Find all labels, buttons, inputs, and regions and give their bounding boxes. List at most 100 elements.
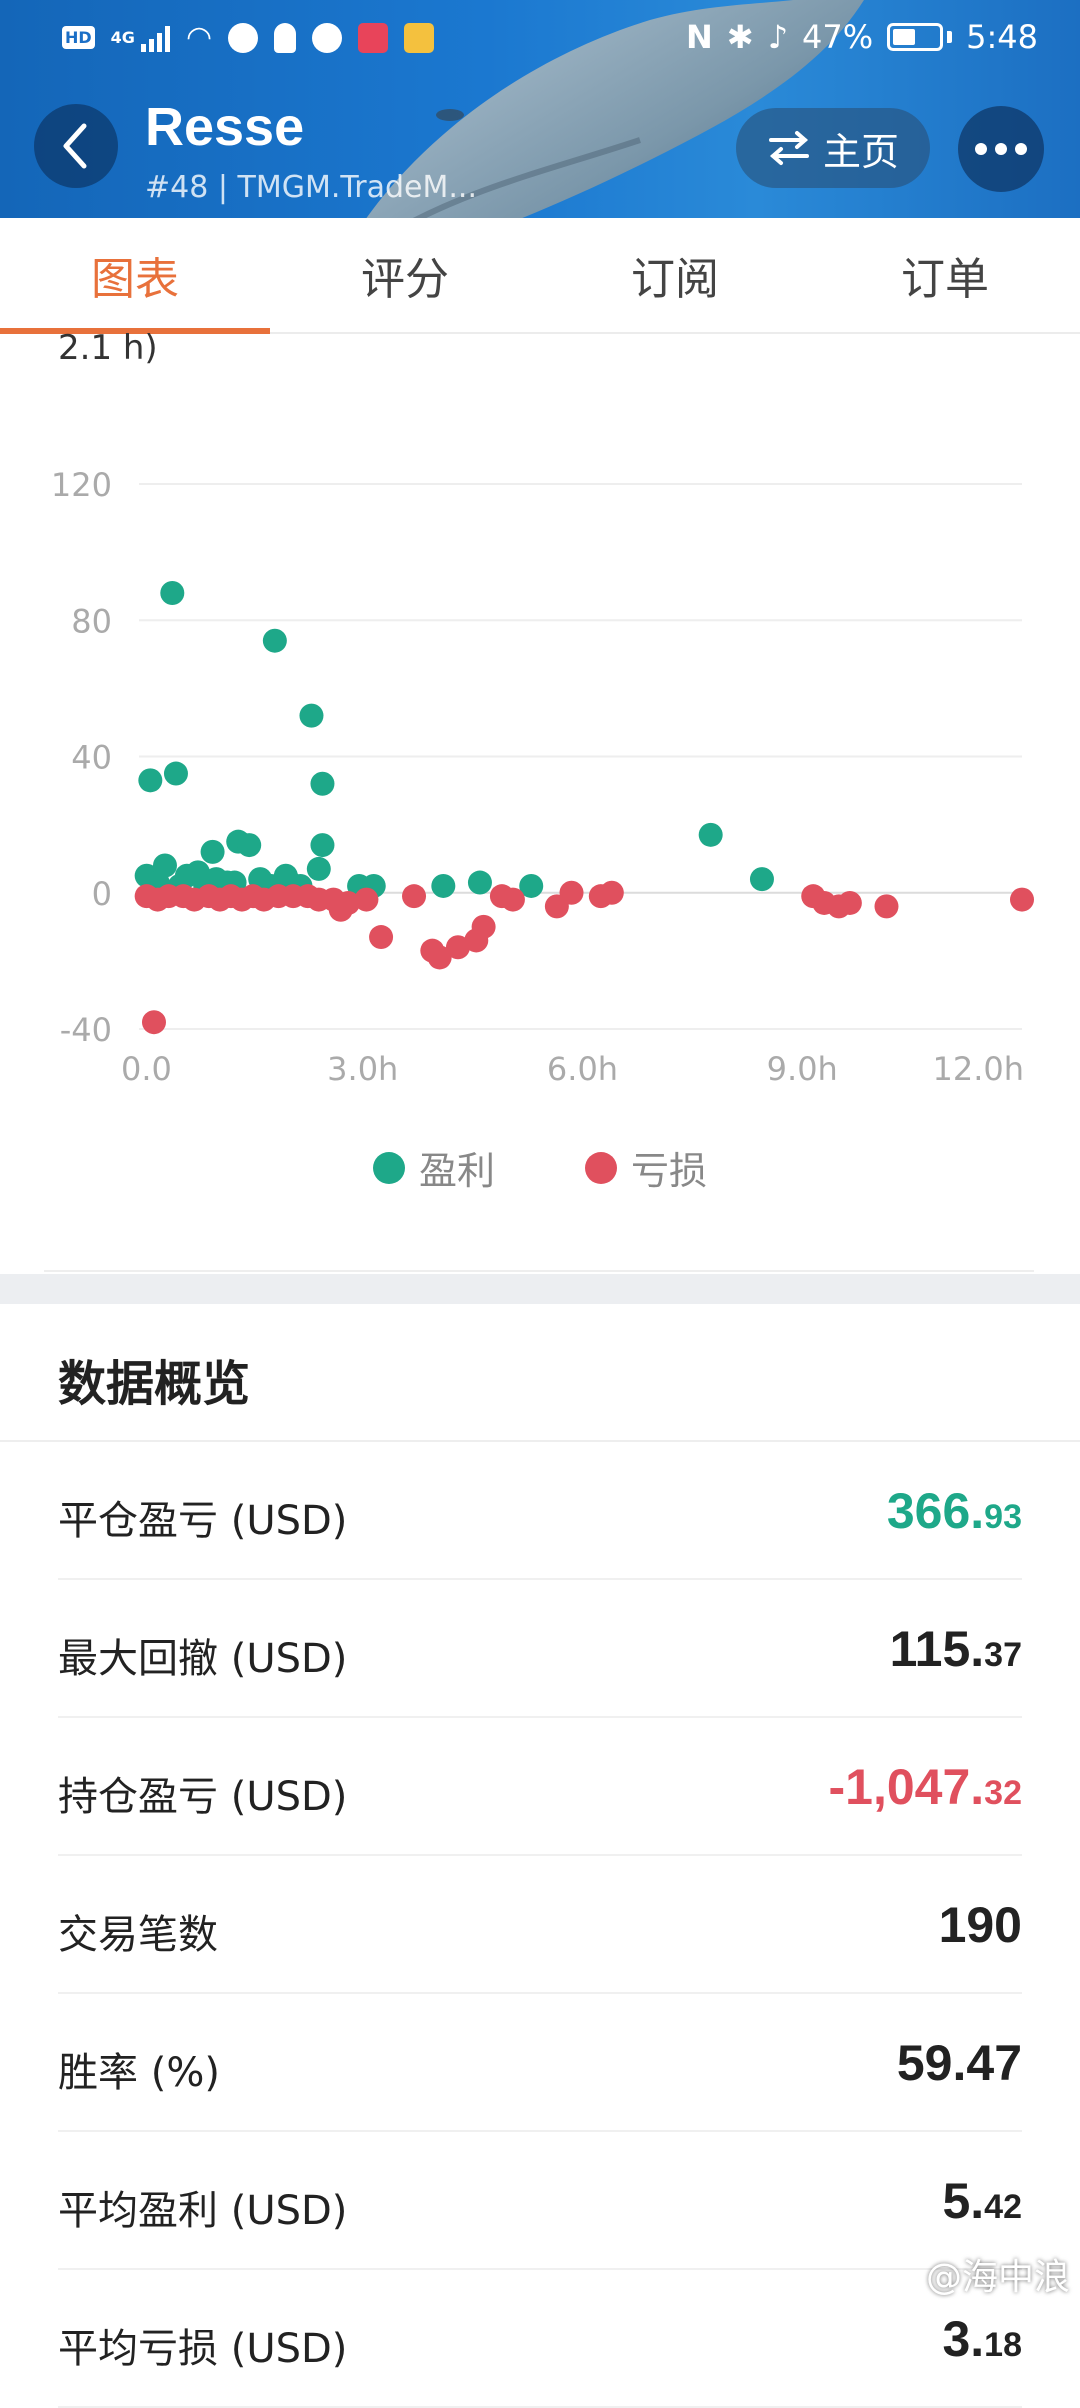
value-decimal-part: 42: [984, 2188, 1022, 2226]
value-integer-part: 5.: [942, 2173, 984, 2229]
loss-legend-dot: [585, 1152, 617, 1184]
profit-point: [160, 581, 184, 605]
profit-point: [699, 823, 723, 847]
more-dot: [1015, 143, 1027, 155]
x-tick-label: 12.0h: [932, 1050, 1024, 1088]
profit-point: [310, 772, 334, 796]
value-integer-part: 3.: [942, 2311, 984, 2367]
profit-point: [263, 629, 287, 653]
overview-title: 数据概览: [58, 1344, 250, 1414]
overview-row-label: 胜率 (%): [58, 2040, 220, 2098]
profit-legend-dot: [373, 1152, 405, 1184]
loss-point: [874, 894, 898, 918]
profit-point: [750, 867, 774, 891]
clock: 5:48: [966, 18, 1038, 56]
tab-subscribe[interactable]: 订阅: [540, 218, 810, 332]
value-decimal-part: 32: [984, 1774, 1022, 1812]
overview-row-label: 平均盈利 (USD): [58, 2178, 347, 2236]
tab-chart[interactable]: 图表: [0, 218, 270, 332]
app-header: HD 4G ◠ N ✱ ♪ 47% 5:48 Resse #48 | TMGM.…: [0, 0, 1080, 218]
section-separator: [0, 1274, 1080, 1304]
chart-section: 2.1 h) 12080400-400.03.0h6.0h9.0h12.0h 盈…: [0, 334, 1080, 1274]
legend-item-profit[interactable]: 盈利: [373, 1140, 495, 1195]
value-decimal-part: 93: [984, 1498, 1022, 1536]
value-integer-part: 59.47: [897, 2035, 1022, 2091]
bell-icon: ♪: [768, 18, 788, 56]
loss-point: [402, 884, 426, 908]
overview-row-value: 115.37: [890, 1620, 1022, 1678]
loss-point: [472, 915, 496, 939]
loss-point: [369, 925, 393, 949]
mail-icon: [404, 23, 434, 53]
wechat-icon: [228, 23, 258, 53]
overview-row: 平仓盈亏 (USD) 366.93: [58, 1442, 1022, 1580]
hd-icon: HD: [62, 26, 95, 49]
nfc-icon: N: [686, 18, 713, 56]
x-tick-label: 9.0h: [767, 1050, 838, 1088]
battery-icon: [887, 23, 943, 51]
chevron-left-icon: [56, 122, 96, 170]
more-dot: [975, 143, 987, 155]
profit-point: [431, 874, 455, 898]
battery-percent: 47%: [802, 18, 873, 56]
value-integer-part: 115.: [890, 1621, 985, 1677]
overview-row: 交易笔数 190: [58, 1856, 1022, 1994]
status-bar: HD 4G ◠ N ✱ ♪ 47% 5:48: [0, 0, 1080, 74]
overview-row: 平均盈利 (USD) 5.42: [58, 2132, 1022, 2270]
overview-row: 持仓盈亏 (USD)-1,047.32: [58, 1718, 1022, 1856]
profit-point: [237, 833, 261, 857]
app-notify-icon: [312, 23, 342, 53]
chart-divider: [44, 1270, 1034, 1272]
more-dot: [995, 143, 1007, 155]
value-decimal-part: 37: [984, 1636, 1022, 1674]
book-icon: [358, 23, 388, 53]
tab-score[interactable]: 评分: [270, 218, 540, 332]
page-title: Resse: [145, 96, 304, 158]
overview-row: 平均亏损 (USD)3.18: [58, 2270, 1022, 2408]
overview-row-label: 平仓盈亏 (USD): [58, 1488, 347, 1546]
loss-point: [600, 881, 624, 905]
loss-point: [560, 881, 584, 905]
overview-row: 胜率 (%) 59.47: [58, 1994, 1022, 2132]
overview-row-value: 366.93: [887, 1482, 1022, 1540]
data-overview-section: 数据概览 平仓盈亏 (USD) 366.93 最大回撤 (USD)115.37持仓盈…: [0, 1304, 1080, 2340]
value-integer-part: 190: [939, 1897, 1022, 1953]
value-decimal-part: 18: [984, 2326, 1022, 2364]
tab-orders[interactable]: 订单: [810, 218, 1080, 332]
overview-row-label: 交易笔数: [58, 1902, 218, 1960]
profit-point: [468, 871, 492, 895]
battery-tip: [947, 31, 952, 43]
y-tick-label: 80: [71, 602, 112, 640]
loss-point: [142, 1010, 166, 1034]
account-subtitle: #48 | TMGM.TradeM...: [145, 170, 477, 205]
y-tick-label: 120: [51, 466, 112, 504]
bulb-icon: [274, 23, 296, 53]
y-tick-label: -40: [60, 1011, 112, 1049]
swap-icon: [767, 130, 811, 166]
loss-point: [838, 891, 862, 915]
loss-point: [1010, 888, 1034, 912]
bluetooth-icon: ✱: [727, 18, 754, 56]
signal-icon: [141, 24, 170, 52]
x-tick-label: 3.0h: [327, 1050, 398, 1088]
profit-point: [164, 762, 188, 786]
overview-row: 最大回撤 (USD)115.37: [58, 1580, 1022, 1718]
loss-point: [501, 888, 525, 912]
overview-row-value: -1,047.32: [829, 1758, 1023, 1816]
profit-point: [138, 768, 162, 792]
tab-bar: 图表 评分 订阅 订单: [0, 218, 1080, 334]
wifi-icon: ◠: [186, 20, 212, 55]
more-options-button[interactable]: [958, 106, 1044, 192]
home-button[interactable]: 主页: [736, 108, 930, 188]
legend-item-loss[interactable]: 亏损: [585, 1140, 707, 1195]
home-button-label: 主页: [823, 121, 899, 176]
overview-row-value: 3.18: [942, 2310, 1022, 2368]
profit-point: [299, 704, 323, 728]
legend-label-profit: 盈利: [419, 1140, 495, 1195]
value-integer-part: -1,047.: [829, 1759, 985, 1815]
profit-point: [201, 840, 225, 864]
watermark: @海中浪: [926, 2248, 1070, 2300]
profit-point: [307, 857, 331, 881]
x-tick-label: 0.0: [121, 1050, 172, 1088]
back-button[interactable]: [34, 104, 118, 188]
